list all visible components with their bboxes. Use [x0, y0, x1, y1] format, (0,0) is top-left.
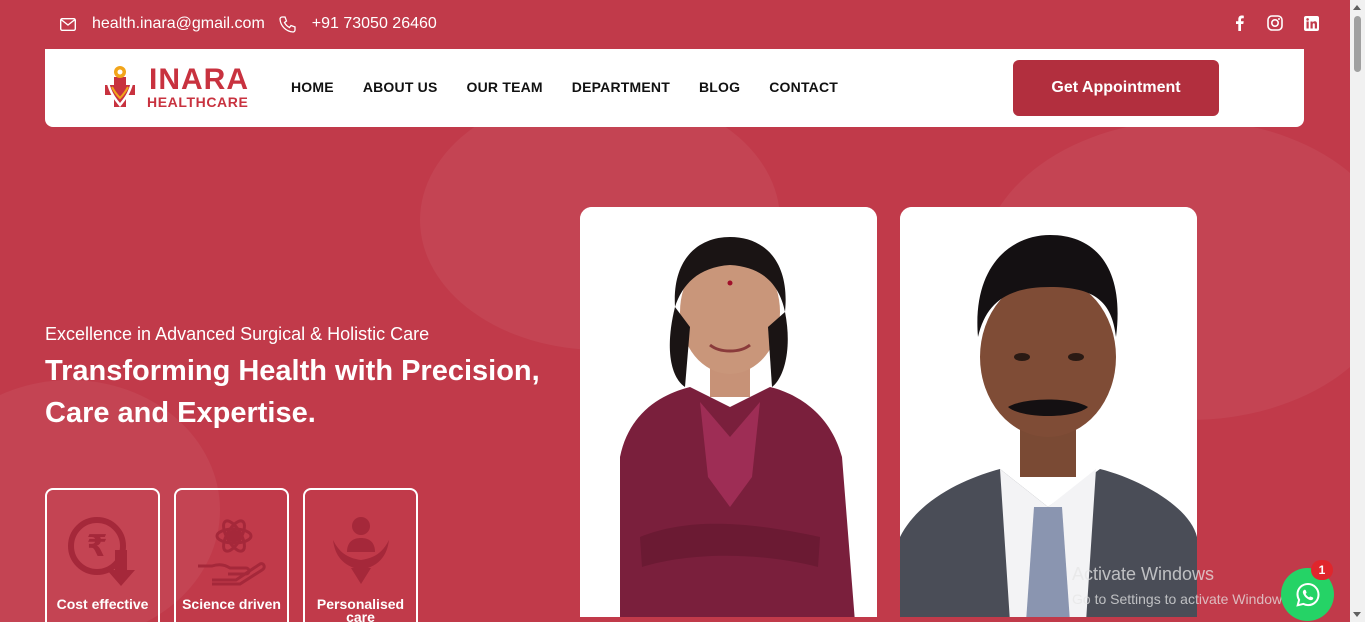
email-text: health.inara@gmail.com [92, 15, 265, 32]
nav-contact[interactable]: CONTACT [769, 79, 838, 95]
feature-label: Science driven [182, 596, 281, 612]
phone-icon [279, 15, 296, 33]
svg-text:₹: ₹ [86, 529, 107, 564]
card-accent-bar [580, 617, 877, 622]
nav-department[interactable]: DEPARTMENT [572, 79, 670, 95]
rupee-down-icon: ₹ [67, 517, 135, 586]
feature-label: Cost effective [56, 596, 149, 612]
card-accent-bar [900, 617, 1197, 622]
scroll-down-arrow[interactable] [1353, 612, 1361, 617]
brand-name: INARA [149, 63, 249, 96]
activate-subtitle: Go to Settings to activate Windows. [1072, 591, 1293, 607]
feature-card-science[interactable]: Science driven [174, 488, 289, 622]
feature-card-personalised[interactable]: Personalised care [303, 488, 418, 622]
brand-tagline: HEALTHCARE [147, 94, 249, 110]
scroll-thumb[interactable] [1354, 16, 1361, 72]
whatsapp-icon [1295, 582, 1320, 607]
doctor-photo [580, 207, 877, 622]
get-appointment-button[interactable]: Get Appointment [1013, 60, 1219, 116]
phone-text: +91 73050 26460 [311, 15, 437, 32]
care-hands-icon [332, 517, 389, 584]
scroll-up-arrow[interactable] [1353, 5, 1361, 10]
logo-mark-icon [105, 66, 135, 108]
nav-home[interactable]: HOME [291, 79, 334, 95]
facebook-icon[interactable] [1231, 14, 1247, 32]
brand-logo[interactable]: INARA HEALTHCARE [97, 63, 257, 111]
feature-card-cost[interactable]: ₹ Cost effective [45, 488, 160, 622]
feature-label: Personalised care [316, 596, 405, 622]
activate-title: Activate Windows [1072, 564, 1215, 584]
instagram-icon[interactable] [1267, 14, 1283, 32]
nav-our-team[interactable]: OUR TEAM [467, 79, 543, 95]
nav-about-us[interactable]: ABOUT US [363, 79, 438, 95]
activation-watermark: Activate Windows Go to Settings to activ… [1072, 564, 1293, 607]
feature-cards: ₹ Cost effective Science driven Personal… [45, 488, 418, 622]
phone-link[interactable]: +91 73050 26460 [279, 15, 437, 33]
nav-blog[interactable]: BLOG [699, 79, 740, 95]
hero-headline: Transforming Health with Precision, Care… [45, 355, 540, 429]
main-navigation: INARA HEALTHCARE HOME ABOUT US OUR TEAM … [45, 49, 1304, 127]
envelope-icon [60, 17, 76, 31]
nav-menu: HOME ABOUT US OUR TEAM DEPARTMENT BLOG C… [291, 79, 867, 95]
social-links [1231, 14, 1319, 32]
notification-badge: 1 [1311, 560, 1333, 580]
hand-atom-icon [197, 519, 266, 586]
doctor-card-male[interactable] [900, 207, 1197, 622]
doctor-card-female[interactable] [580, 207, 877, 622]
page-scrollbar[interactable] [1350, 0, 1365, 622]
linkedin-icon[interactable] [1303, 14, 1319, 32]
hero-subtitle: Excellence in Advanced Surgical & Holist… [45, 324, 430, 344]
doctor-photo [900, 207, 1197, 622]
top-contact-bar: health.inara@gmail.com +91 73050 26460 [0, 0, 1350, 48]
email-link[interactable]: health.inara@gmail.com [60, 15, 265, 33]
